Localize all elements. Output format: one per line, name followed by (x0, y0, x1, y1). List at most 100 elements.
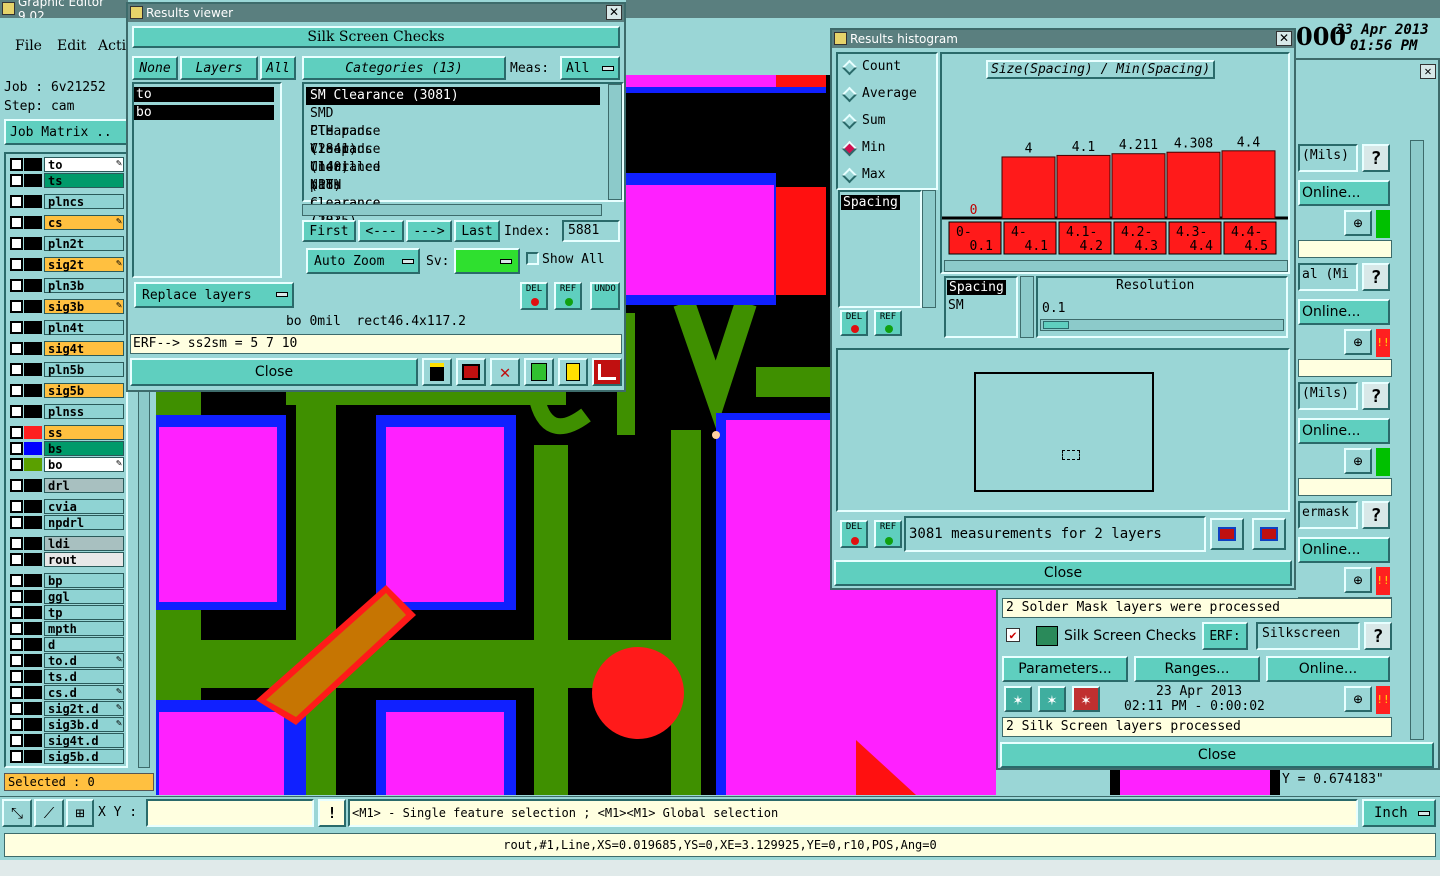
layer-checkbox[interactable] (10, 342, 23, 355)
check-row-online-button[interactable]: Online... (1298, 180, 1390, 206)
sv-color-select[interactable] (454, 248, 520, 274)
job-matrix-button[interactable]: Job Matrix .. (4, 119, 128, 145)
layer-row-plnss[interactable]: plnss (6, 404, 124, 419)
measure-list-item[interactable]: Spacing (841, 195, 900, 210)
layer-row-plncs[interactable]: plncs (6, 194, 124, 209)
index-input[interactable]: 5881 (562, 220, 620, 242)
layer-checkbox[interactable] (10, 279, 23, 292)
spacing-list-item-spacing[interactable]: Spacing (947, 280, 1006, 295)
layer-color-swatch[interactable] (24, 718, 42, 731)
layer-row-ts-d[interactable]: ts.d (6, 669, 124, 684)
layer-name[interactable]: drl (44, 478, 124, 493)
show-all-checkbox[interactable] (526, 252, 539, 265)
layer-name[interactable]: ts (44, 173, 124, 188)
layer-row-npdrl[interactable]: npdrl (6, 515, 124, 530)
silk-help-button[interactable]: ? (1364, 622, 1392, 650)
layer-row-cs[interactable]: cs ✎ (6, 215, 124, 230)
run-icon-1[interactable]: ✶ (1004, 686, 1032, 712)
category-item[interactable]: PTH pads Clearance (140) (306, 123, 384, 175)
layer-color-swatch[interactable] (24, 654, 42, 667)
layer-checkbox[interactable] (10, 363, 23, 376)
histogram-ref-button[interactable]: REF (874, 310, 902, 336)
layer-color-swatch[interactable] (24, 686, 42, 699)
layer-color-swatch[interactable] (24, 553, 42, 566)
menu-edit[interactable]: Edit (57, 38, 86, 54)
viewer-step-icon[interactable] (524, 358, 554, 386)
snap-icon[interactable]: ⤡ (2, 799, 32, 827)
meas-select[interactable]: All (560, 56, 620, 80)
layer-checkbox[interactable] (10, 458, 23, 471)
layer-name[interactable]: pln4t (44, 320, 124, 335)
layer-name[interactable]: sig2t.d (44, 701, 124, 716)
layer-checkbox[interactable] (10, 384, 23, 397)
units-select[interactable]: Inch (1362, 799, 1436, 827)
layer-name[interactable]: cs.d (44, 685, 124, 700)
check-row-zoom-icon[interactable]: ⊕ (1344, 448, 1372, 474)
layer-checkbox[interactable] (10, 686, 23, 699)
layer-name[interactable]: sig3b.d (44, 717, 124, 732)
stat-option-min[interactable]: Min (841, 139, 936, 159)
layer-name[interactable]: d (44, 637, 124, 652)
check-row-zoom-icon[interactable]: ⊕ (1344, 567, 1372, 593)
layer-color-swatch[interactable] (24, 384, 42, 397)
layer-row-tp[interactable]: tp (6, 605, 124, 620)
layer-name[interactable]: rout (44, 552, 124, 567)
viewer-histogram-icon[interactable] (592, 358, 622, 386)
layer-color-swatch[interactable] (24, 537, 42, 550)
layer-color-swatch[interactable] (24, 442, 42, 455)
categories-hscroll[interactable] (302, 204, 602, 216)
layers-button[interactable]: Layers (180, 56, 258, 80)
layer-row-bp[interactable]: bp (6, 573, 124, 588)
histogram-bar[interactable] (1056, 154, 1111, 220)
layer-row-to-d[interactable]: to.d ✎ (6, 653, 124, 668)
layer-row-sig4t[interactable]: sig4t (6, 341, 124, 356)
layer-color-swatch[interactable] (24, 405, 42, 418)
layer-name[interactable]: tp (44, 605, 124, 620)
layer-row-sig3b[interactable]: sig3b ✎ (6, 299, 124, 314)
silk-online-button[interactable]: Online... (1266, 656, 1390, 682)
parameters-button[interactable]: Parameters... (1002, 656, 1128, 682)
layer-row-d[interactable]: d (6, 637, 124, 652)
histogram-bar[interactable] (1001, 156, 1056, 219)
layer-row-ggl[interactable]: ggl (6, 589, 124, 604)
layer-name[interactable]: sig5b (44, 383, 124, 398)
category-item[interactable]: Via pads Clearance (18) (306, 141, 384, 193)
last-button[interactable]: Last (454, 220, 500, 242)
layer-name[interactable]: ggl (44, 589, 124, 604)
check-row-help-button[interactable]: ? (1362, 263, 1390, 291)
silk-check-mark-icon[interactable]: ✔ (1006, 628, 1020, 642)
next-button[interactable]: ---> (406, 220, 452, 242)
measure-scrollbar[interactable] (922, 190, 936, 308)
layer-row-ldi[interactable]: ldi (6, 536, 124, 551)
measure-tool-icon[interactable]: ⟋ (34, 799, 64, 827)
layer-name[interactable]: bo (44, 457, 124, 472)
silk-zoom-icon[interactable]: ⊕ (1344, 686, 1372, 712)
check-row-online-button[interactable]: Online... (1298, 418, 1390, 444)
category-item[interactable]: NPTH clearance (10) (306, 177, 384, 229)
layer-checkbox[interactable] (10, 500, 23, 513)
viewer-undo-button[interactable]: UNDO (590, 282, 620, 310)
histogram-bar[interactable] (1111, 153, 1166, 219)
layer-color-swatch[interactable] (24, 516, 42, 529)
layer-color-swatch[interactable] (24, 479, 42, 492)
layer-checkbox[interactable] (10, 606, 23, 619)
resolution-slider-handle[interactable] (1043, 321, 1069, 329)
layer-name[interactable]: pln5b (44, 362, 124, 377)
histogram-del-button[interactable]: DEL (840, 310, 868, 336)
stat-radio-icon[interactable] (841, 113, 858, 130)
layer-color-swatch[interactable] (24, 622, 42, 635)
layer-row-sig5b-d[interactable]: sig5b.d (6, 749, 124, 764)
results-viewer-close-icon[interactable]: ✕ (606, 5, 622, 20)
layer-color-swatch[interactable] (24, 574, 42, 587)
layer-checkbox[interactable] (10, 718, 23, 731)
layer-row-rout[interactable]: rout (6, 552, 124, 567)
check-row-online-button[interactable]: Online... (1298, 299, 1390, 325)
layer-checkbox[interactable] (10, 553, 23, 566)
layer-color-swatch[interactable] (24, 702, 42, 715)
stat-option-count[interactable]: Count (841, 58, 936, 78)
layers-all-button[interactable]: All (260, 56, 296, 80)
grid-icon[interactable]: ⊞ (66, 799, 94, 827)
layer-checkbox[interactable] (10, 654, 23, 667)
layer-color-swatch[interactable] (24, 237, 42, 250)
run-icon-2[interactable]: ✶ (1038, 686, 1066, 712)
